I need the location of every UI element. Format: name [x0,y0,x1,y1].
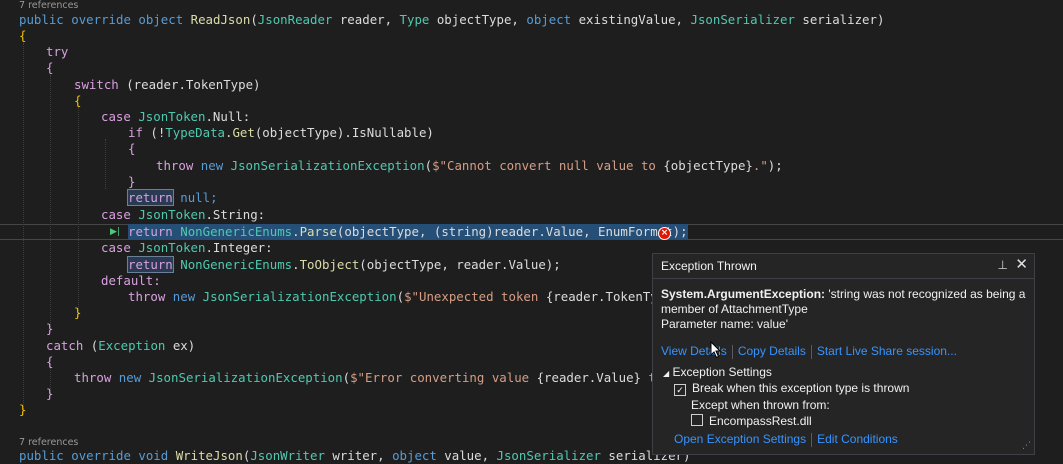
resize-grip-icon[interactable]: ⋰ [1022,440,1031,451]
code-line: case JsonToken.Null: [101,109,251,124]
code-line: throw new JsonSerializationException($"E… [74,370,701,385]
exception-popup-header: Exception Thrown ⊥ ✕ [653,254,1034,279]
code-line: public override object ReadJson(JsonRead… [19,12,885,27]
current-statement-arrow-icon: ▶| [110,227,120,237]
code-line: throw new JsonSerializationException($"C… [156,158,783,173]
code-line: } [46,386,54,401]
break-checkbox[interactable]: ✓ [674,384,686,396]
module-row[interactable]: EncompassRest.dll [691,414,812,428]
exception-message: System.ArgumentException: 'string was no… [661,287,1026,331]
code-line: try [46,44,69,59]
codelens-references[interactable]: 7 references [19,0,78,12]
code-line: { [46,60,54,75]
except-when-label: Except when thrown from: [691,398,830,412]
code-line: } [46,321,54,336]
code-line: catch (Exception ex) [46,338,196,353]
collapse-triangle-icon[interactable]: ◢ [663,369,669,378]
module-checkbox[interactable] [691,414,703,426]
code-line: return null; [127,189,218,206]
code-line: case JsonToken.String: [101,207,266,222]
code-line: } [74,305,82,320]
code-line: } [19,402,27,417]
code-line: { [74,93,82,108]
popup-title: Exception Thrown [661,259,757,273]
indent-guide [78,107,79,317]
indent-guide [23,43,24,409]
indent-guide [105,139,106,189]
code-line: public override void WriteJson(JsonWrite… [19,448,691,463]
code-line: { [128,141,136,156]
error-icon[interactable]: × [658,227,671,240]
close-icon[interactable]: ✕ [1015,255,1028,273]
code-line: case JsonToken.Integer: [101,240,273,255]
start-live-share-link[interactable]: Start Live Share session... [817,344,957,358]
code-line: switch (reader.TokenType) [74,77,261,92]
pin-icon[interactable]: ⊥ [998,258,1008,272]
exception-settings-header[interactable]: ◢ Exception Settings [663,365,772,379]
code-line-current: return NonGenericEnums.Parse(objectType,… [128,224,688,239]
code-line: { [19,28,27,43]
indent-guide [50,75,51,327]
break-when-thrown-row[interactable]: ✓ Break when this exception type is throw… [674,381,909,396]
code-line: } [128,174,136,189]
code-line: { [46,354,54,369]
code-line: throw new JsonSerializationException($"U… [128,289,695,304]
open-exception-settings-link[interactable]: Open Exception Settings [674,432,806,446]
popup-footer-links: Open Exception Settings Edit Conditions [674,432,898,447]
code-line: return NonGenericEnums.ToObject(objectTy… [127,256,561,273]
code-line: if (!TypeData.Get(objectType).IsNullable… [128,125,434,140]
exception-actions: View Details Copy Details Start Live Share… [661,344,957,359]
code-line: default: [101,273,161,288]
edit-conditions-link[interactable]: Edit Conditions [817,432,898,446]
mouse-cursor-icon [710,341,722,359]
copy-details-link[interactable]: Copy Details [738,344,806,358]
